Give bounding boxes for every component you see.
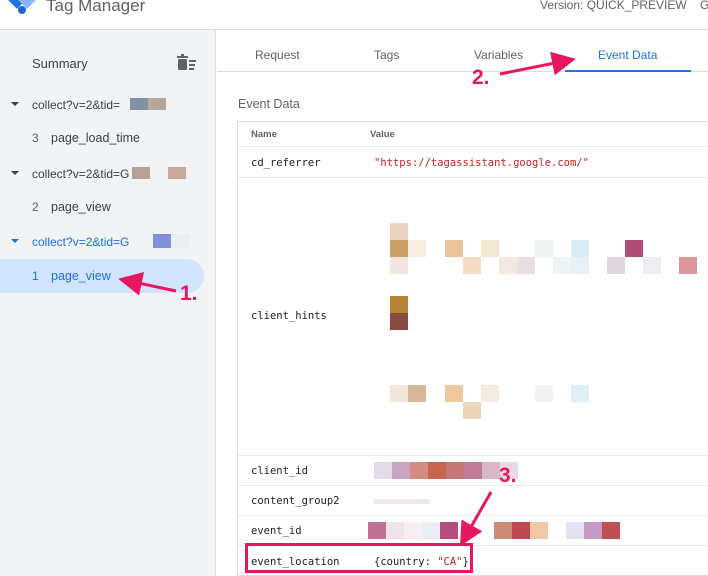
- redacted-block: [172, 234, 190, 248]
- redacted-block: [148, 98, 166, 110]
- event-number: 2: [32, 200, 39, 214]
- redacted-block: [153, 234, 171, 248]
- request-item[interactable]: collect?v=2&tid=: [0, 95, 216, 117]
- column-header-value: Value: [370, 129, 395, 140]
- summary-link[interactable]: Summary: [32, 56, 88, 71]
- event-item-selected[interactable]: 1 page_view: [0, 259, 204, 293]
- clear-list-icon[interactable]: [177, 54, 197, 72]
- highlight-box: [245, 543, 473, 573]
- chevron-down-icon: [11, 171, 19, 175]
- tab-variables[interactable]: Variables: [474, 48, 523, 62]
- request-item[interactable]: collect?v=2&tid=G: [0, 164, 216, 186]
- event-number: 3: [32, 131, 39, 145]
- top-bar: Tag Manager Version: QUICK_PREVIEW G: [0, 0, 708, 30]
- event-name: page_view: [51, 200, 111, 214]
- table-row: event_id: [238, 515, 708, 545]
- row-key: client_id: [251, 465, 308, 477]
- row-key: cd_referrer: [251, 157, 321, 169]
- row-key: content_group2: [251, 495, 340, 507]
- event-name: page_view: [51, 269, 111, 283]
- table-row: client_id: [238, 455, 708, 485]
- app-title: Tag Manager: [46, 0, 146, 15]
- annotation-label: 1.: [180, 282, 198, 305]
- redacted-block: [374, 499, 430, 504]
- table-row: content_group2: [238, 485, 708, 515]
- table-row: cd_referrer "https://tagassistant.google…: [238, 146, 708, 177]
- chevron-down-icon: [11, 102, 19, 106]
- redacted-block: [130, 98, 148, 110]
- request-label: collect?v=2&tid=: [32, 98, 121, 112]
- redacted-block: [168, 167, 186, 179]
- section-title: Event Data: [238, 97, 300, 111]
- event-item[interactable]: 3 page_load_time: [0, 121, 204, 155]
- request-label: collect?v=2&tid=G: [32, 167, 130, 181]
- table-row: client_hints: [238, 177, 708, 455]
- row-value: "https://tagassistant.google.com/": [374, 157, 589, 169]
- header-trailing-text: G: [700, 0, 708, 12]
- tab-request[interactable]: Request: [255, 48, 300, 62]
- version-label: Version: QUICK_PREVIEW: [540, 0, 687, 12]
- annotation-label: 3.: [499, 464, 517, 487]
- tab-tags[interactable]: Tags: [374, 48, 399, 62]
- event-name: page_load_time: [51, 131, 140, 145]
- request-item-active[interactable]: collect?v=2&tid=G: [0, 232, 216, 254]
- row-key: client_hints: [251, 310, 327, 322]
- event-data-table: Name Value cd_referrer "https://tagassis…: [237, 121, 708, 576]
- active-tab-indicator: [565, 70, 691, 72]
- tab-event-data[interactable]: Event Data: [598, 48, 657, 62]
- tab-bar: Request Tags Variables Event Data: [217, 30, 708, 72]
- event-number: 1: [32, 269, 39, 283]
- tag-manager-logo-icon: [8, 0, 36, 14]
- row-key: event_id: [251, 525, 302, 537]
- request-label: collect?v=2&tid=G: [32, 235, 130, 249]
- annotation-label: 2.: [472, 66, 490, 89]
- redacted-block: [132, 167, 150, 179]
- event-item[interactable]: 2 page_view: [0, 190, 204, 224]
- chevron-down-icon: [11, 239, 19, 243]
- column-header-name: Name: [251, 129, 277, 140]
